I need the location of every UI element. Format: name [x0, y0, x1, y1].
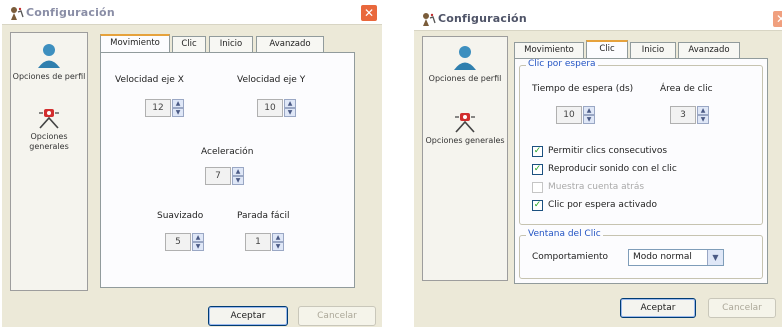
cancel-button[interactable]: Cancelar — [298, 306, 376, 326]
suavizado-label: Suavizado — [157, 211, 204, 221]
dwell-click-group-title: Clic por espera — [526, 59, 598, 69]
sidebar-item-label: Opciones generales — [29, 132, 69, 151]
window-title: Configuración — [26, 6, 115, 19]
velocidad-y-spinner[interactable]: 10 ▲ ▼ — [257, 99, 297, 117]
title-bar[interactable]: Configuración ✕ — [414, 8, 782, 31]
spin-up-icon[interactable]: ▲ — [272, 233, 284, 242]
tab-panel-clic: Clic por espera Tiempo de espera (ds) 10… — [514, 58, 768, 284]
app-icon — [11, 7, 24, 20]
accept-button[interactable]: Aceptar — [620, 298, 696, 318]
wait-time-spinner[interactable]: 10 ▲ ▼ — [556, 106, 596, 124]
title-bar[interactable]: Configuración ✕ — [2, 2, 382, 25]
sidebar-item-profile[interactable]: Opciones de perfil — [423, 43, 507, 84]
tab-clic[interactable]: Clic — [172, 36, 206, 52]
config-window-clic: Configuración ✕ Opciones de perfil Opcio… — [414, 8, 782, 327]
config-window-movimiento: Configuración ✕ Opciones de perfil Opcio… — [2, 2, 382, 327]
velocidad-x-spinner[interactable]: 12 ▲ ▼ — [145, 99, 185, 117]
click-window-group-title: Ventana del Clic — [526, 229, 603, 239]
spin-up-icon[interactable]: ▲ — [583, 106, 595, 115]
aceleracion-spinner[interactable]: 7 ▲ ▼ — [205, 167, 245, 185]
spin-up-icon[interactable]: ▲ — [284, 99, 296, 108]
suavizado-value[interactable]: 5 — [165, 233, 191, 251]
spin-down-icon[interactable]: ▼ — [697, 115, 709, 124]
spin-down-icon[interactable]: ▼ — [232, 176, 244, 185]
window-title: Configuración — [438, 12, 527, 25]
options-sidebar: Opciones de perfil Opciones generales — [10, 32, 88, 291]
checkbox-checked-icon[interactable]: ✓ — [532, 146, 543, 157]
spin-up-icon[interactable]: ▲ — [232, 167, 244, 176]
close-button[interactable]: ✕ — [360, 4, 378, 22]
tab-avanzado[interactable]: Avanzado — [678, 42, 740, 58]
profile-icon — [38, 44, 60, 68]
close-button[interactable]: ✕ — [772, 10, 782, 28]
sidebar-item-profile[interactable]: Opciones de perfil — [11, 41, 87, 82]
spin-down-icon[interactable]: ▼ — [272, 242, 284, 251]
tab-movimiento[interactable]: Movimiento — [100, 34, 170, 52]
consecutive-clicks-label: Permitir clics consecutivos — [548, 146, 668, 156]
chevron-down-icon[interactable]: ▼ — [707, 250, 723, 265]
profile-icon — [454, 46, 476, 70]
spin-up-icon[interactable]: ▲ — [697, 106, 709, 115]
behavior-select-value: Modo normal — [633, 252, 692, 262]
checkbox-checked-icon[interactable]: ✓ — [532, 164, 543, 175]
velocidad-y-value[interactable]: 10 — [257, 99, 283, 117]
behavior-label: Comportamiento — [532, 252, 609, 262]
suavizado-spinner[interactable]: 5 ▲ ▼ — [165, 233, 205, 251]
app-icon — [423, 13, 436, 26]
accept-button[interactable]: Aceptar — [208, 306, 288, 326]
sidebar-item-label: Opciones de perfil — [12, 72, 86, 81]
tab-inicio[interactable]: Inicio — [209, 36, 253, 52]
sidebar-item-label: Opciones generales — [425, 136, 505, 145]
click-area-label: Área de clic — [660, 84, 713, 94]
velocidad-x-label: Velocidad eje X — [115, 75, 184, 85]
wait-time-value[interactable]: 10 — [556, 106, 582, 124]
checkbox-unchecked-icon — [532, 182, 543, 193]
cancel-button[interactable]: Cancelar — [708, 298, 776, 318]
countdown-label: Muestra cuenta atrás — [548, 182, 645, 192]
play-sound-label: Reproducir sonido con el clic — [548, 164, 677, 174]
parada-facil-label: Parada fácil — [237, 211, 290, 221]
behavior-select[interactable]: Modo normal ▼ — [628, 249, 724, 266]
aceleracion-value[interactable]: 7 — [205, 167, 231, 185]
spin-down-icon[interactable]: ▼ — [192, 242, 204, 251]
parada-facil-value[interactable]: 1 — [245, 233, 271, 251]
tab-panel-movimiento: Velocidad eje X 12 ▲ ▼ Velocidad eje Y 1… — [100, 52, 355, 288]
tab-inicio[interactable]: Inicio — [630, 42, 676, 58]
click-area-value[interactable]: 3 — [670, 106, 696, 124]
spin-down-icon[interactable]: ▼ — [284, 108, 296, 117]
dwell-enabled-label: Clic por espera activado — [548, 200, 657, 210]
general-options-icon — [39, 109, 59, 129]
checkbox-checked-icon[interactable]: ✓ — [532, 200, 543, 211]
sidebar-item-label: Opciones de perfil — [428, 74, 502, 83]
spin-up-icon[interactable]: ▲ — [172, 99, 184, 108]
spin-down-icon[interactable]: ▼ — [172, 108, 184, 117]
spin-up-icon[interactable]: ▲ — [192, 233, 204, 242]
tab-clic[interactable]: Clic — [586, 40, 628, 58]
options-sidebar: Opciones de perfil Opciones generales — [422, 36, 508, 281]
spin-down-icon[interactable]: ▼ — [583, 115, 595, 124]
sidebar-item-general[interactable]: Opciones generales — [11, 107, 87, 152]
velocidad-x-value[interactable]: 12 — [145, 99, 171, 117]
tab-avanzado[interactable]: Avanzado — [256, 36, 324, 52]
velocidad-y-label: Velocidad eje Y — [237, 75, 306, 85]
sidebar-item-general[interactable]: Opciones generales — [423, 111, 507, 146]
tab-movimiento[interactable]: Movimiento — [514, 42, 584, 58]
click-window-group: Ventana del Clic Comportamiento Modo nor… — [519, 229, 763, 279]
general-options-icon — [455, 113, 475, 133]
dwell-click-group: Clic por espera Tiempo de espera (ds) 10… — [519, 59, 763, 225]
click-area-spinner[interactable]: 3 ▲ ▼ — [670, 106, 710, 124]
wait-time-label: Tiempo de espera (ds) — [532, 84, 634, 94]
aceleracion-label: Aceleración — [201, 147, 254, 157]
parada-facil-spinner[interactable]: 1 ▲ ▼ — [245, 233, 285, 251]
